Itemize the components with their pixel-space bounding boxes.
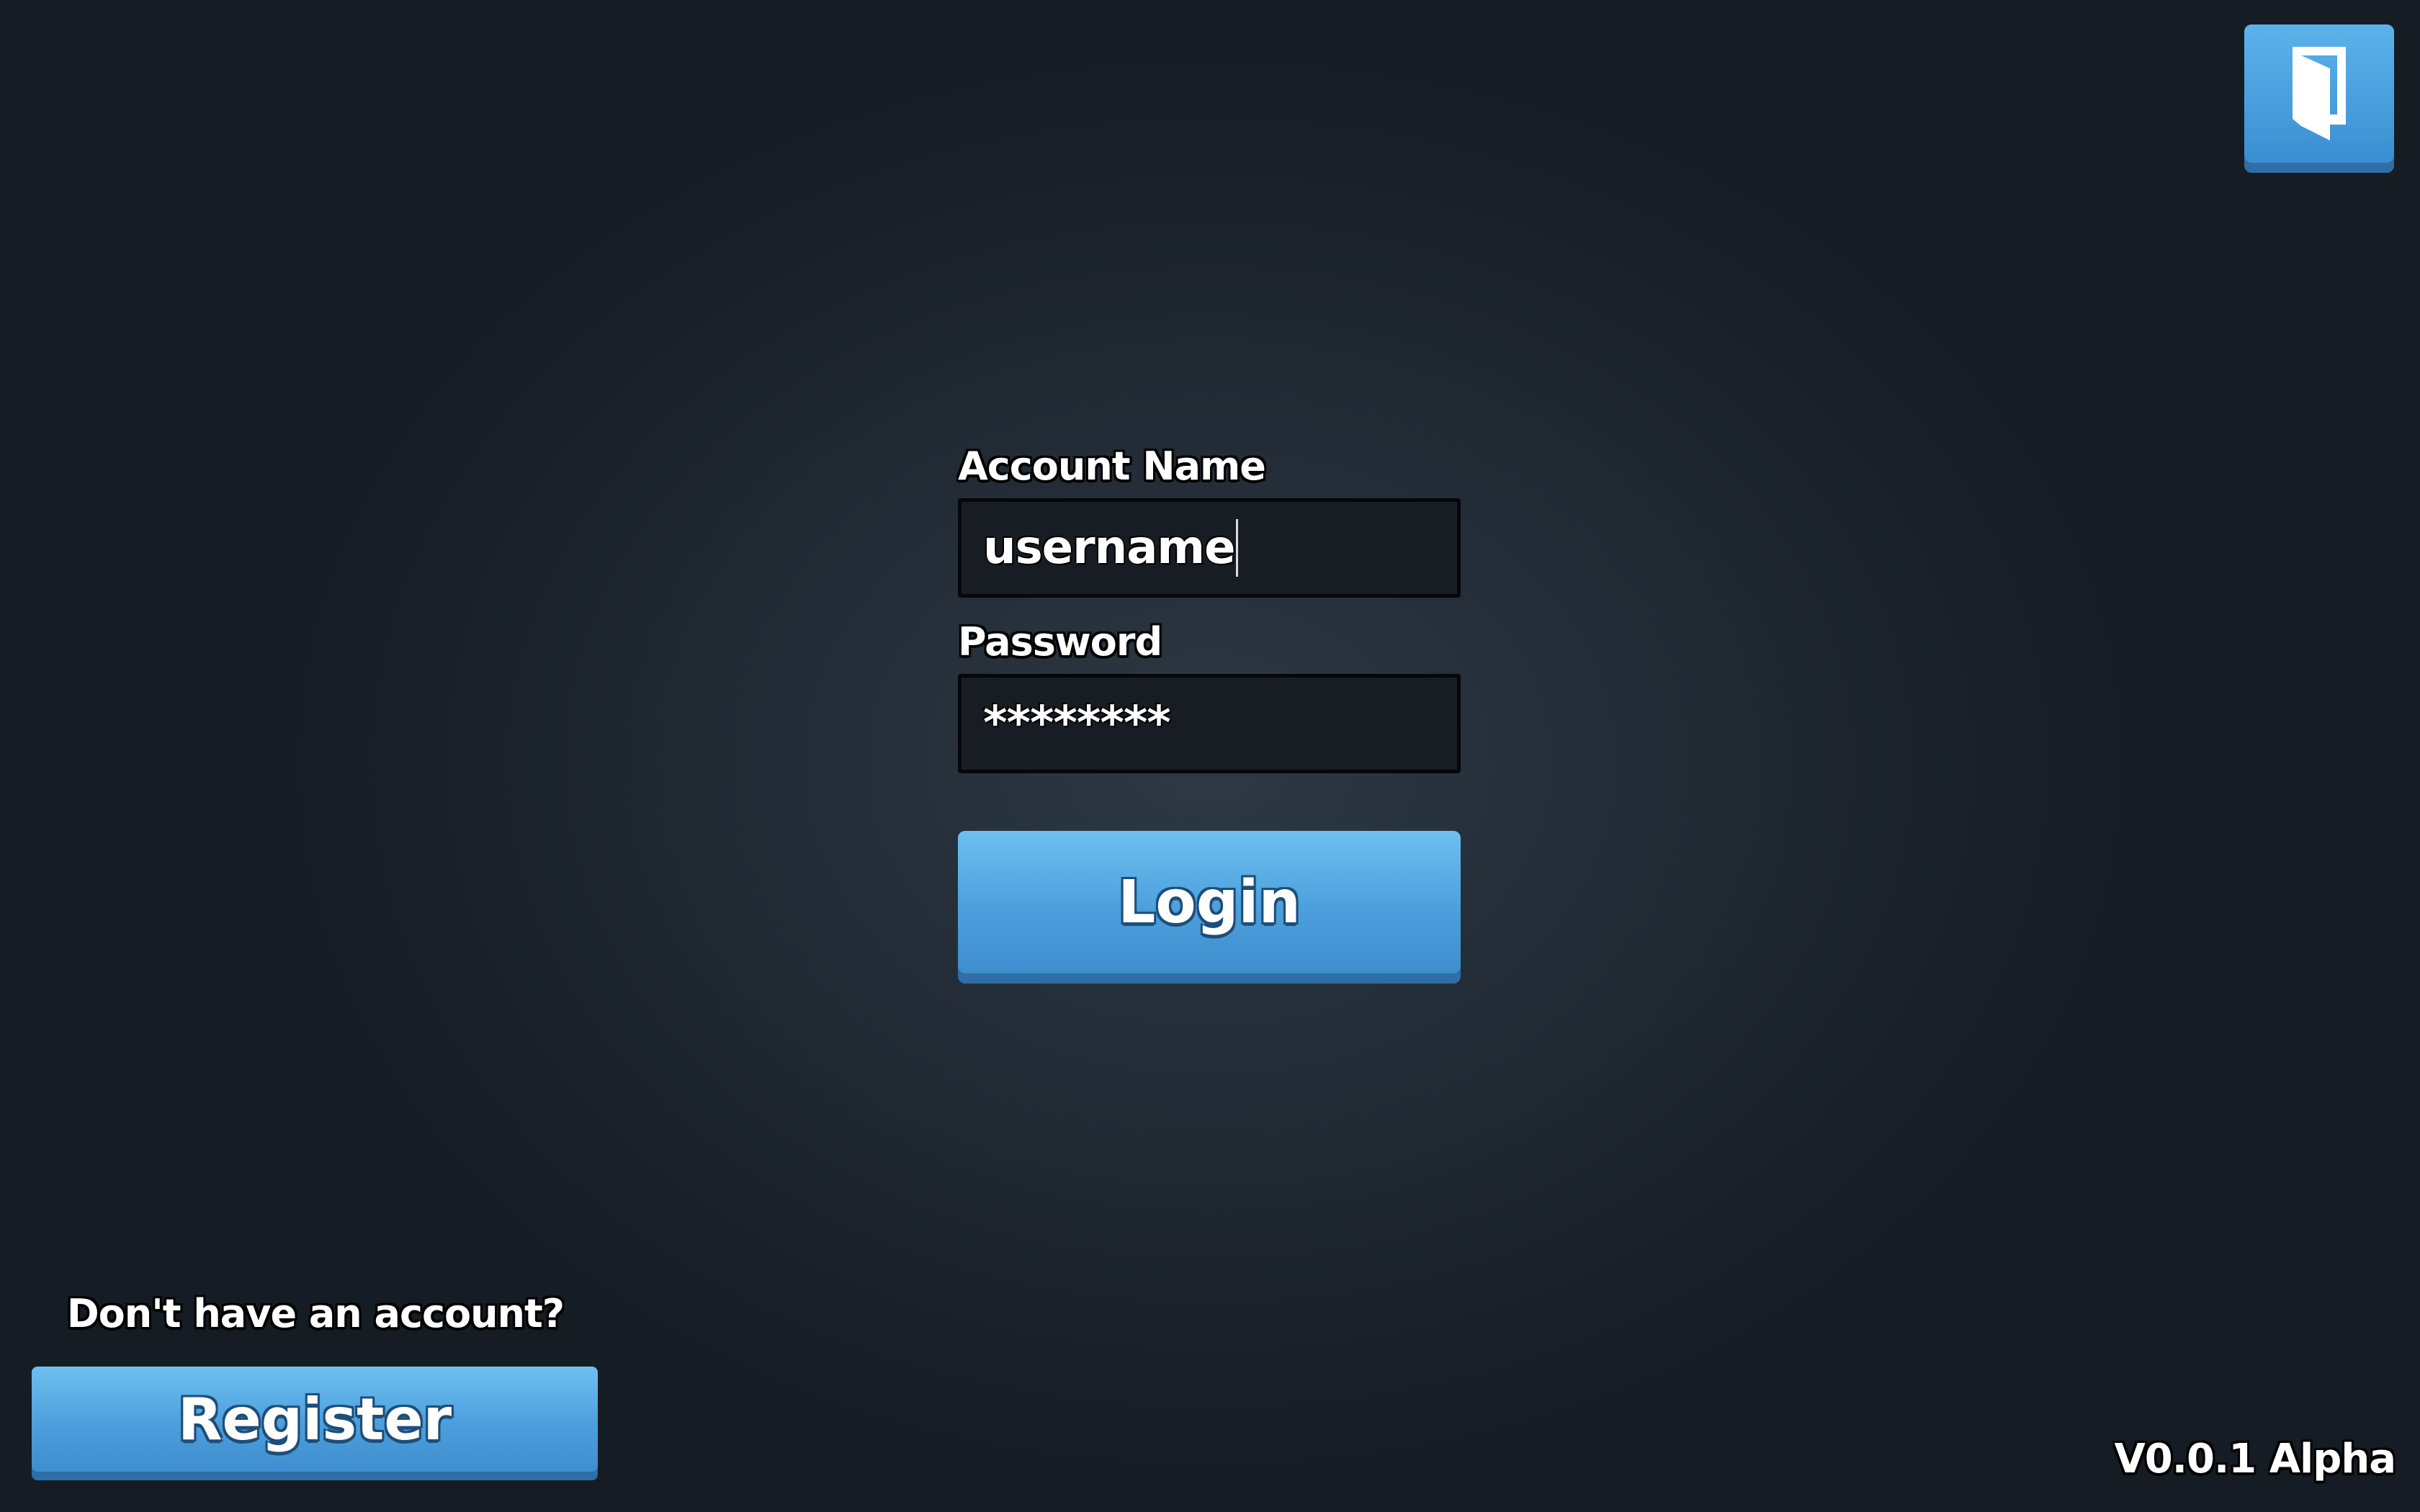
password-label: Password [958,619,1162,665]
exit-button[interactable] [2244,24,2394,163]
register-button[interactable]: Register [32,1367,598,1472]
password-input[interactable]: ******** [958,674,1461,773]
exit-door-icon [2293,47,2346,140]
login-button[interactable]: Login [958,831,1461,973]
register-prompt: Don't have an account? [66,1291,565,1336]
account-name-value: username [983,521,1235,575]
account-name-input[interactable]: username [958,498,1461,598]
text-caret [1236,519,1239,577]
version-label: V0.0.1 Alpha [2114,1436,2396,1482]
password-value: ******** [983,697,1171,750]
account-name-label: Account Name [958,444,1266,489]
